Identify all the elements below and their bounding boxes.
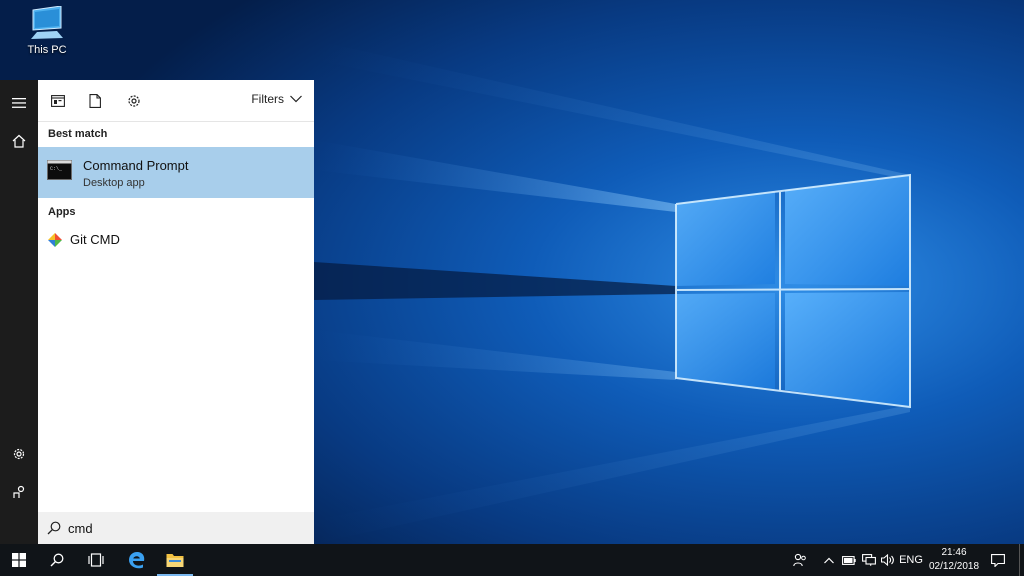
show-hidden-icons-button[interactable] [820,544,838,576]
language-label: ENG [899,554,923,566]
apps-heading: Apps [48,206,76,218]
battery-button[interactable] [839,544,859,576]
apps-filter-button[interactable] [47,90,69,112]
start-button[interactable] [0,544,38,576]
battery-icon [842,555,856,565]
volume-icon [881,554,894,566]
clock[interactable]: 21:46 02/12/2018 [924,546,984,574]
edge-taskbar-button[interactable] [118,544,156,576]
documents-filter-button[interactable] [84,90,106,112]
rail-home-button[interactable] [0,124,38,158]
people-icon [793,553,806,567]
search-icon [47,521,61,535]
feedback-icon [13,485,25,498]
git-icon [48,233,62,247]
notification-icon [991,553,1005,567]
app-result-git-cmd[interactable]: Git CMD [38,226,314,252]
settings-filter-button[interactable] [123,90,145,112]
best-match-heading: Best match [48,128,108,140]
gear-icon [128,95,140,107]
taskbar: ENG 21:46 02/12/2018 [0,544,1024,576]
home-icon [12,134,26,148]
filters-dropdown[interactable]: Filters [251,92,302,106]
gear-icon [13,448,25,460]
rail-settings-button[interactable] [0,437,38,471]
desktop-icon-this-pc[interactable]: This PC [22,6,72,56]
best-match-title: Command Prompt [83,158,189,173]
edge-icon [129,551,145,569]
people-button[interactable] [788,544,812,576]
desktop-icon-label: This PC [27,44,67,56]
search-box[interactable] [38,512,314,544]
windows-logo-icon [12,553,26,567]
network-icon [862,554,876,566]
chevron-down-icon [290,95,302,103]
filters-label: Filters [251,92,284,106]
action-center-button[interactable] [986,544,1010,576]
best-match-result[interactable]: C:\_ Command Prompt Desktop app [38,147,314,198]
rail-feedback-button[interactable] [0,475,38,509]
show-desktop-button[interactable] [1019,544,1020,576]
command-prompt-icon: C:\_ [47,160,72,180]
task-view-icon [88,553,104,567]
chevron-up-icon [824,557,834,563]
rail-menu-button[interactable] [0,86,38,120]
input-language-button[interactable]: ENG [898,544,924,576]
best-match-subtitle: Desktop app [83,177,145,189]
search-panel: Filters Best match C:\_ Command Prompt D… [38,80,314,544]
apps-filter-icon [51,95,65,107]
start-rail [0,80,38,544]
app-result-label: Git CMD [70,232,120,247]
clock-date: 02/12/2018 [928,561,980,572]
this-pc-icon [31,6,63,39]
search-icon [50,553,64,567]
file-explorer-taskbar-button[interactable] [156,544,194,576]
svg-text:C:\_: C:\_ [50,166,63,172]
network-button[interactable] [859,544,879,576]
taskbar-search-button[interactable] [38,544,76,576]
document-icon [89,94,101,108]
volume-button[interactable] [878,544,898,576]
hamburger-icon [12,98,26,108]
search-panel-toolbar: Filters [38,80,314,122]
clock-time: 21:46 [941,547,967,558]
task-view-button[interactable] [77,544,115,576]
search-input[interactable] [68,519,298,537]
folder-icon [166,554,184,567]
